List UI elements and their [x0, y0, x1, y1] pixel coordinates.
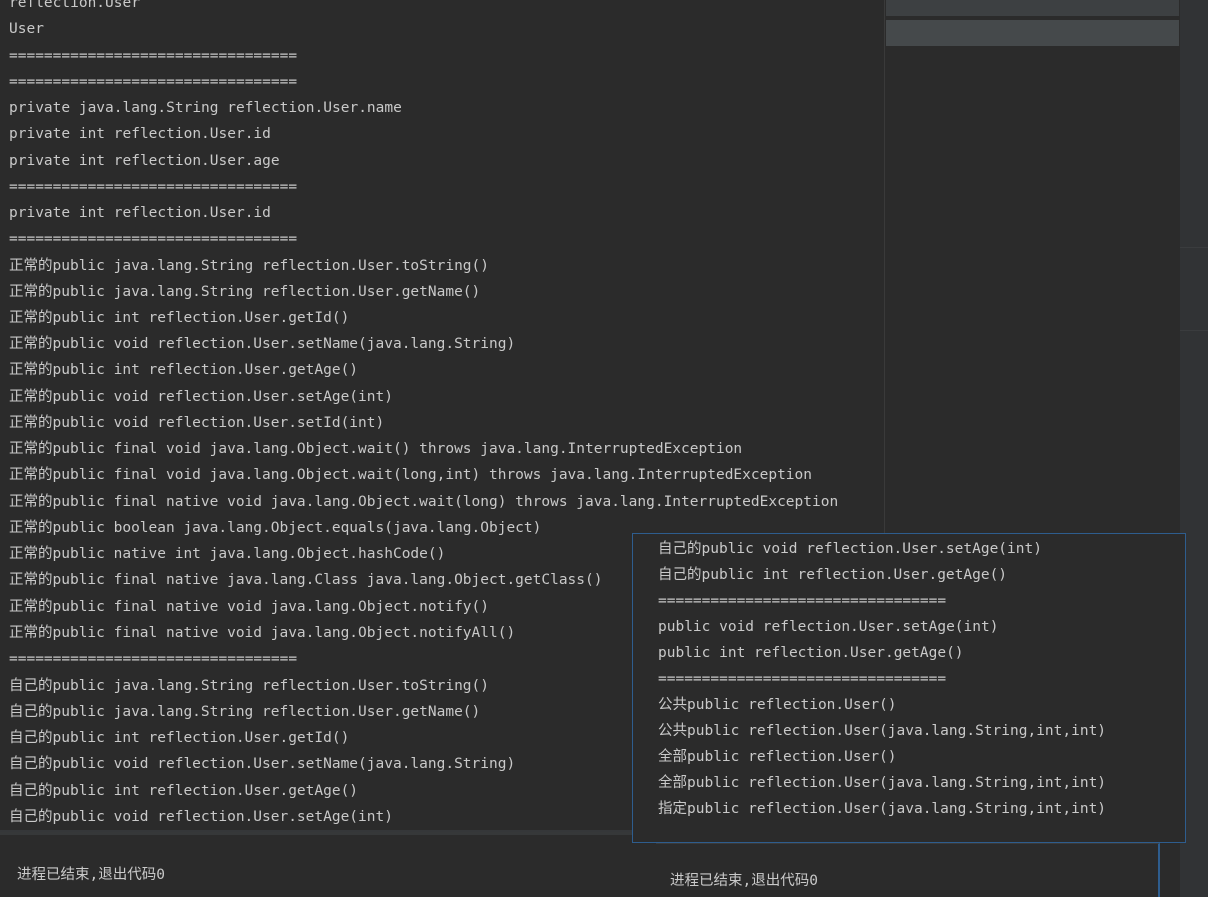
- overlay-console-line: 指定public reflection.User(java.lang.Strin…: [658, 801, 1107, 817]
- console-line: 正常的public int reflection.User.getId(): [9, 310, 350, 326]
- overlay-console-line: 全部public reflection.User(): [658, 749, 897, 765]
- overlay-console-line: 自己的public void reflection.User.setAge(in…: [658, 541, 1042, 557]
- console-line: 正常的public void reflection.User.setName(j…: [9, 336, 516, 352]
- console-line: 正常的public void reflection.User.setId(int…: [9, 415, 385, 431]
- overlay-console-line: public void reflection.User.setAge(int): [658, 619, 999, 635]
- console-line: reflection.User: [9, 0, 140, 11]
- console-line: 自己的public int reflection.User.getAge(): [9, 783, 359, 799]
- scrollbar-divider: [1180, 330, 1208, 331]
- console-line: 正常的public final native void java.lang.Ob…: [9, 625, 516, 641]
- console-line: 自己的public java.lang.String reflection.Us…: [9, 704, 481, 720]
- console-line: 正常的public java.lang.String reflection.Us…: [9, 258, 489, 274]
- console-line: 正常的public boolean java.lang.Object.equal…: [9, 520, 542, 536]
- console-line: 正常的public final native void java.lang.Ob…: [9, 494, 839, 510]
- overlay-console-line: 公共public reflection.User(): [658, 697, 897, 713]
- console-line: 自己的public java.lang.String reflection.Us…: [9, 678, 489, 694]
- exit-message: 进程已结束,退出代码0: [17, 867, 165, 883]
- scrollbar-divider: [1180, 247, 1208, 248]
- screen: reflection.User User ===================…: [0, 0, 1208, 897]
- overlay-console-line: 公共public reflection.User(java.lang.Strin…: [658, 723, 1107, 739]
- overlay-console-line: public int reflection.User.getAge(): [658, 645, 964, 661]
- console-line: 正常的public void reflection.User.setAge(in…: [9, 389, 393, 405]
- console-line: private int reflection.User.age: [9, 153, 280, 169]
- console-line: 自己的public int reflection.User.getId(): [9, 730, 350, 746]
- console-line: 正常的public final native void java.lang.Ob…: [9, 599, 489, 615]
- console-line: =================================: [9, 651, 298, 667]
- console-line: 正常的public int reflection.User.getAge(): [9, 362, 359, 378]
- overlay-exit-message: 进程已结束,退出代码0: [670, 873, 818, 889]
- console-line: 正常的public final void java.lang.Object.wa…: [9, 441, 743, 457]
- overlay-console-line: 自己的public int reflection.User.getAge(): [658, 567, 1008, 583]
- overlay-console-line: 全部public reflection.User(java.lang.Strin…: [658, 775, 1107, 791]
- console-line: 正常的public final void java.lang.Object.wa…: [9, 467, 812, 483]
- side-panel-header: [886, 0, 1179, 16]
- console-line: private java.lang.String reflection.User…: [9, 100, 402, 116]
- console-line: 正常的public java.lang.String reflection.Us…: [9, 284, 481, 300]
- console-line: 正常的public final native java.lang.Class j…: [9, 572, 603, 588]
- console-line: 正常的public native int java.lang.Object.ha…: [9, 546, 446, 562]
- overlay-gutter: [632, 843, 657, 897]
- console-line: =================================: [9, 48, 298, 64]
- console-line: =================================: [9, 74, 298, 90]
- divider: [0, 832, 632, 835]
- overlay-console-line: =================================: [658, 593, 947, 609]
- overlay-console-output[interactable]: 自己的public void reflection.User.setAge(in…: [632, 533, 1186, 843]
- overlay-console-line: =================================: [658, 671, 947, 687]
- console-line: =================================: [9, 231, 298, 247]
- side-panel-selected-row[interactable]: [886, 20, 1179, 46]
- console-line: private int reflection.User.id: [9, 205, 271, 221]
- console-line: 自己的public void reflection.User.setName(j…: [9, 756, 516, 772]
- console-line: private int reflection.User.id: [9, 126, 271, 142]
- console-line: =================================: [9, 179, 298, 195]
- console-line: 自己的public void reflection.User.setAge(in…: [9, 809, 393, 825]
- console-line: User: [9, 21, 44, 37]
